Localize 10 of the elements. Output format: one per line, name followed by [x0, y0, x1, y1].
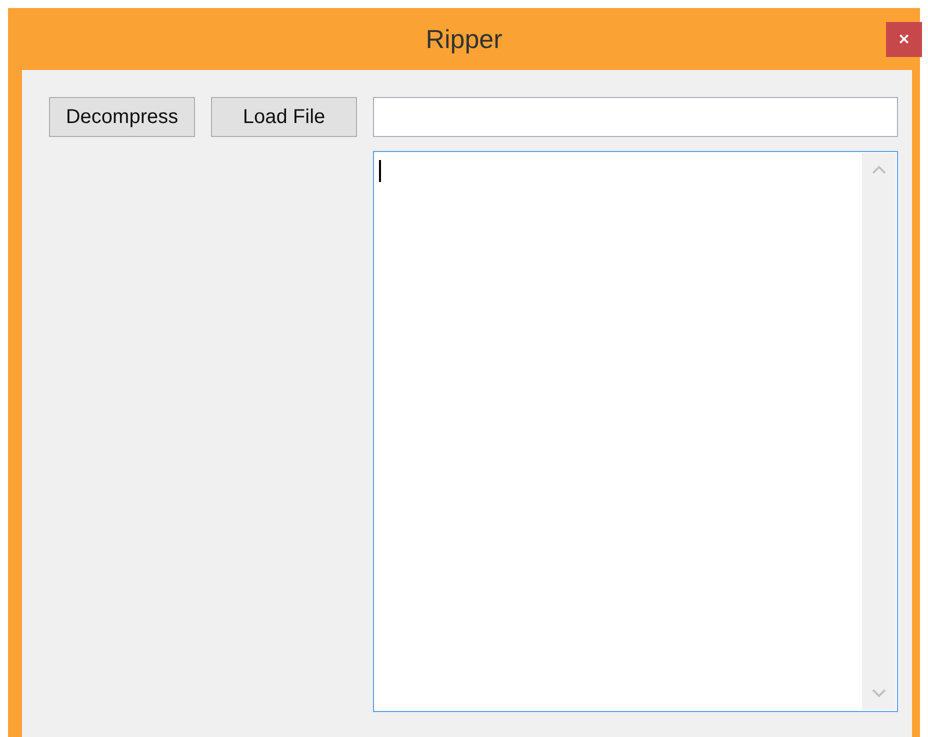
- close-button[interactable]: ×: [886, 22, 922, 57]
- scrollbar[interactable]: [862, 153, 896, 710]
- output-text-area[interactable]: [373, 151, 898, 712]
- toolbar-button[interactable]: Decompress: [49, 97, 195, 137]
- toolbar-button[interactable]: Load File: [211, 97, 357, 137]
- path-field[interactable]: [373, 97, 898, 137]
- scroll-up-icon[interactable]: [871, 165, 887, 175]
- scroll-down-icon[interactable]: [871, 688, 887, 698]
- window-title: Ripper: [426, 24, 502, 54]
- text-caret: [379, 160, 381, 182]
